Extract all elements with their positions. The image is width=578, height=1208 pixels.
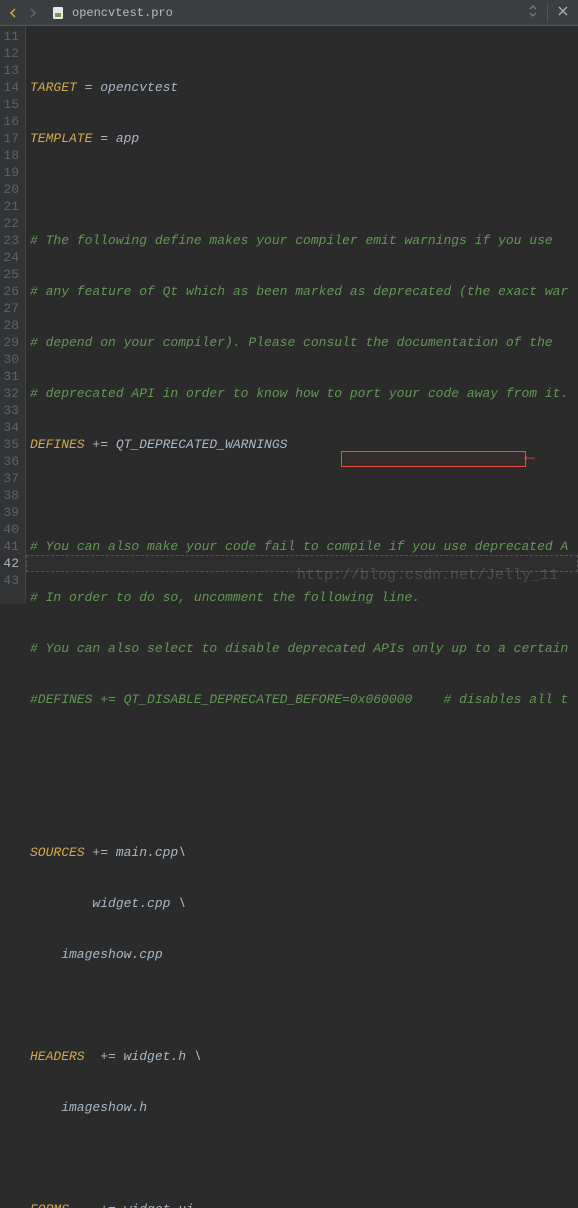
line-number: 28 bbox=[0, 317, 19, 334]
line-number: 37 bbox=[0, 470, 19, 487]
line-number: 25 bbox=[0, 266, 19, 283]
line-number: 38 bbox=[0, 487, 19, 504]
line-number: 13 bbox=[0, 62, 19, 79]
code-line bbox=[30, 742, 578, 759]
code-line: FORMS += widget.ui bbox=[30, 1201, 578, 1208]
code-line: SOURCES += main.cpp\ bbox=[30, 844, 578, 861]
line-number: 17 bbox=[0, 130, 19, 147]
line-number-gutter: 11 12 13 14 15 16 17 18 19 20 21 22 23 2… bbox=[0, 26, 26, 604]
code-line: DEFINES += QT_DEPRECATED_WARNINGS bbox=[30, 436, 578, 453]
line-number: 16 bbox=[0, 113, 19, 130]
line-number: 20 bbox=[0, 181, 19, 198]
annotation-box bbox=[341, 451, 526, 467]
line-number: 32 bbox=[0, 385, 19, 402]
code-line: # In order to do so, uncomment the follo… bbox=[30, 589, 578, 606]
line-number: 12 bbox=[0, 45, 19, 62]
line-number: 19 bbox=[0, 164, 19, 181]
line-number: 31 bbox=[0, 368, 19, 385]
code-editor[interactable]: 11 12 13 14 15 16 17 18 19 20 21 22 23 2… bbox=[0, 26, 578, 604]
code-line bbox=[30, 997, 578, 1014]
code-line: HEADERS += widget.h \ bbox=[30, 1048, 578, 1065]
line-number: 14 bbox=[0, 79, 19, 96]
line-number: 21 bbox=[0, 198, 19, 215]
code-line bbox=[30, 181, 578, 198]
line-number: 33 bbox=[0, 402, 19, 419]
code-line bbox=[30, 487, 578, 504]
current-line-highlight bbox=[26, 555, 578, 572]
line-number: 43 bbox=[0, 572, 19, 589]
line-number: 22 bbox=[0, 215, 19, 232]
code-line: # depend on your compiler). Please consu… bbox=[30, 334, 578, 351]
line-number: 36 bbox=[0, 453, 19, 470]
line-number: 18 bbox=[0, 147, 19, 164]
filename-label: opencvtest.pro bbox=[72, 6, 521, 20]
line-number: 23 bbox=[0, 232, 19, 249]
code-line: imageshow.h bbox=[30, 1099, 578, 1116]
line-number: 24 bbox=[0, 249, 19, 266]
symbol-dropdown-icon[interactable] bbox=[523, 5, 543, 21]
line-number: 42 bbox=[0, 555, 19, 572]
line-number: 34 bbox=[0, 419, 19, 436]
editor-toolbar: opencvtest.pro bbox=[0, 0, 578, 26]
line-number: 15 bbox=[0, 96, 19, 113]
nav-forward-button[interactable] bbox=[24, 4, 42, 22]
line-number: 39 bbox=[0, 504, 19, 521]
file-type-icon bbox=[50, 5, 66, 21]
line-number: 30 bbox=[0, 351, 19, 368]
code-line: # You can also make your code fail to co… bbox=[30, 538, 578, 555]
code-line: widget.cpp \ bbox=[30, 895, 578, 912]
code-area[interactable]: TARGET = opencvtest TEMPLATE = app # The… bbox=[26, 26, 578, 604]
line-number: 41 bbox=[0, 538, 19, 555]
code-line: TARGET = opencvtest bbox=[30, 79, 578, 96]
code-line: # deprecated API in order to know how to… bbox=[30, 385, 578, 402]
code-line bbox=[30, 1150, 578, 1167]
line-number: 26 bbox=[0, 283, 19, 300]
code-line: # any feature of Qt which as been marked… bbox=[30, 283, 578, 300]
nav-back-button[interactable] bbox=[4, 4, 22, 22]
code-line: TEMPLATE = app bbox=[30, 130, 578, 147]
line-number: 29 bbox=[0, 334, 19, 351]
code-line bbox=[30, 793, 578, 810]
line-number: 35 bbox=[0, 436, 19, 453]
line-number: 40 bbox=[0, 521, 19, 538]
code-line: #DEFINES += QT_DISABLE_DEPRECATED_BEFORE… bbox=[30, 691, 578, 708]
line-number: 11 bbox=[0, 28, 19, 45]
code-line: imageshow.cpp bbox=[30, 946, 578, 963]
toolbar-divider bbox=[547, 4, 548, 22]
code-line: # The following define makes your compil… bbox=[30, 232, 578, 249]
line-number: 27 bbox=[0, 300, 19, 317]
close-button[interactable] bbox=[552, 5, 574, 20]
code-line: # You can also select to disable depreca… bbox=[30, 640, 578, 657]
